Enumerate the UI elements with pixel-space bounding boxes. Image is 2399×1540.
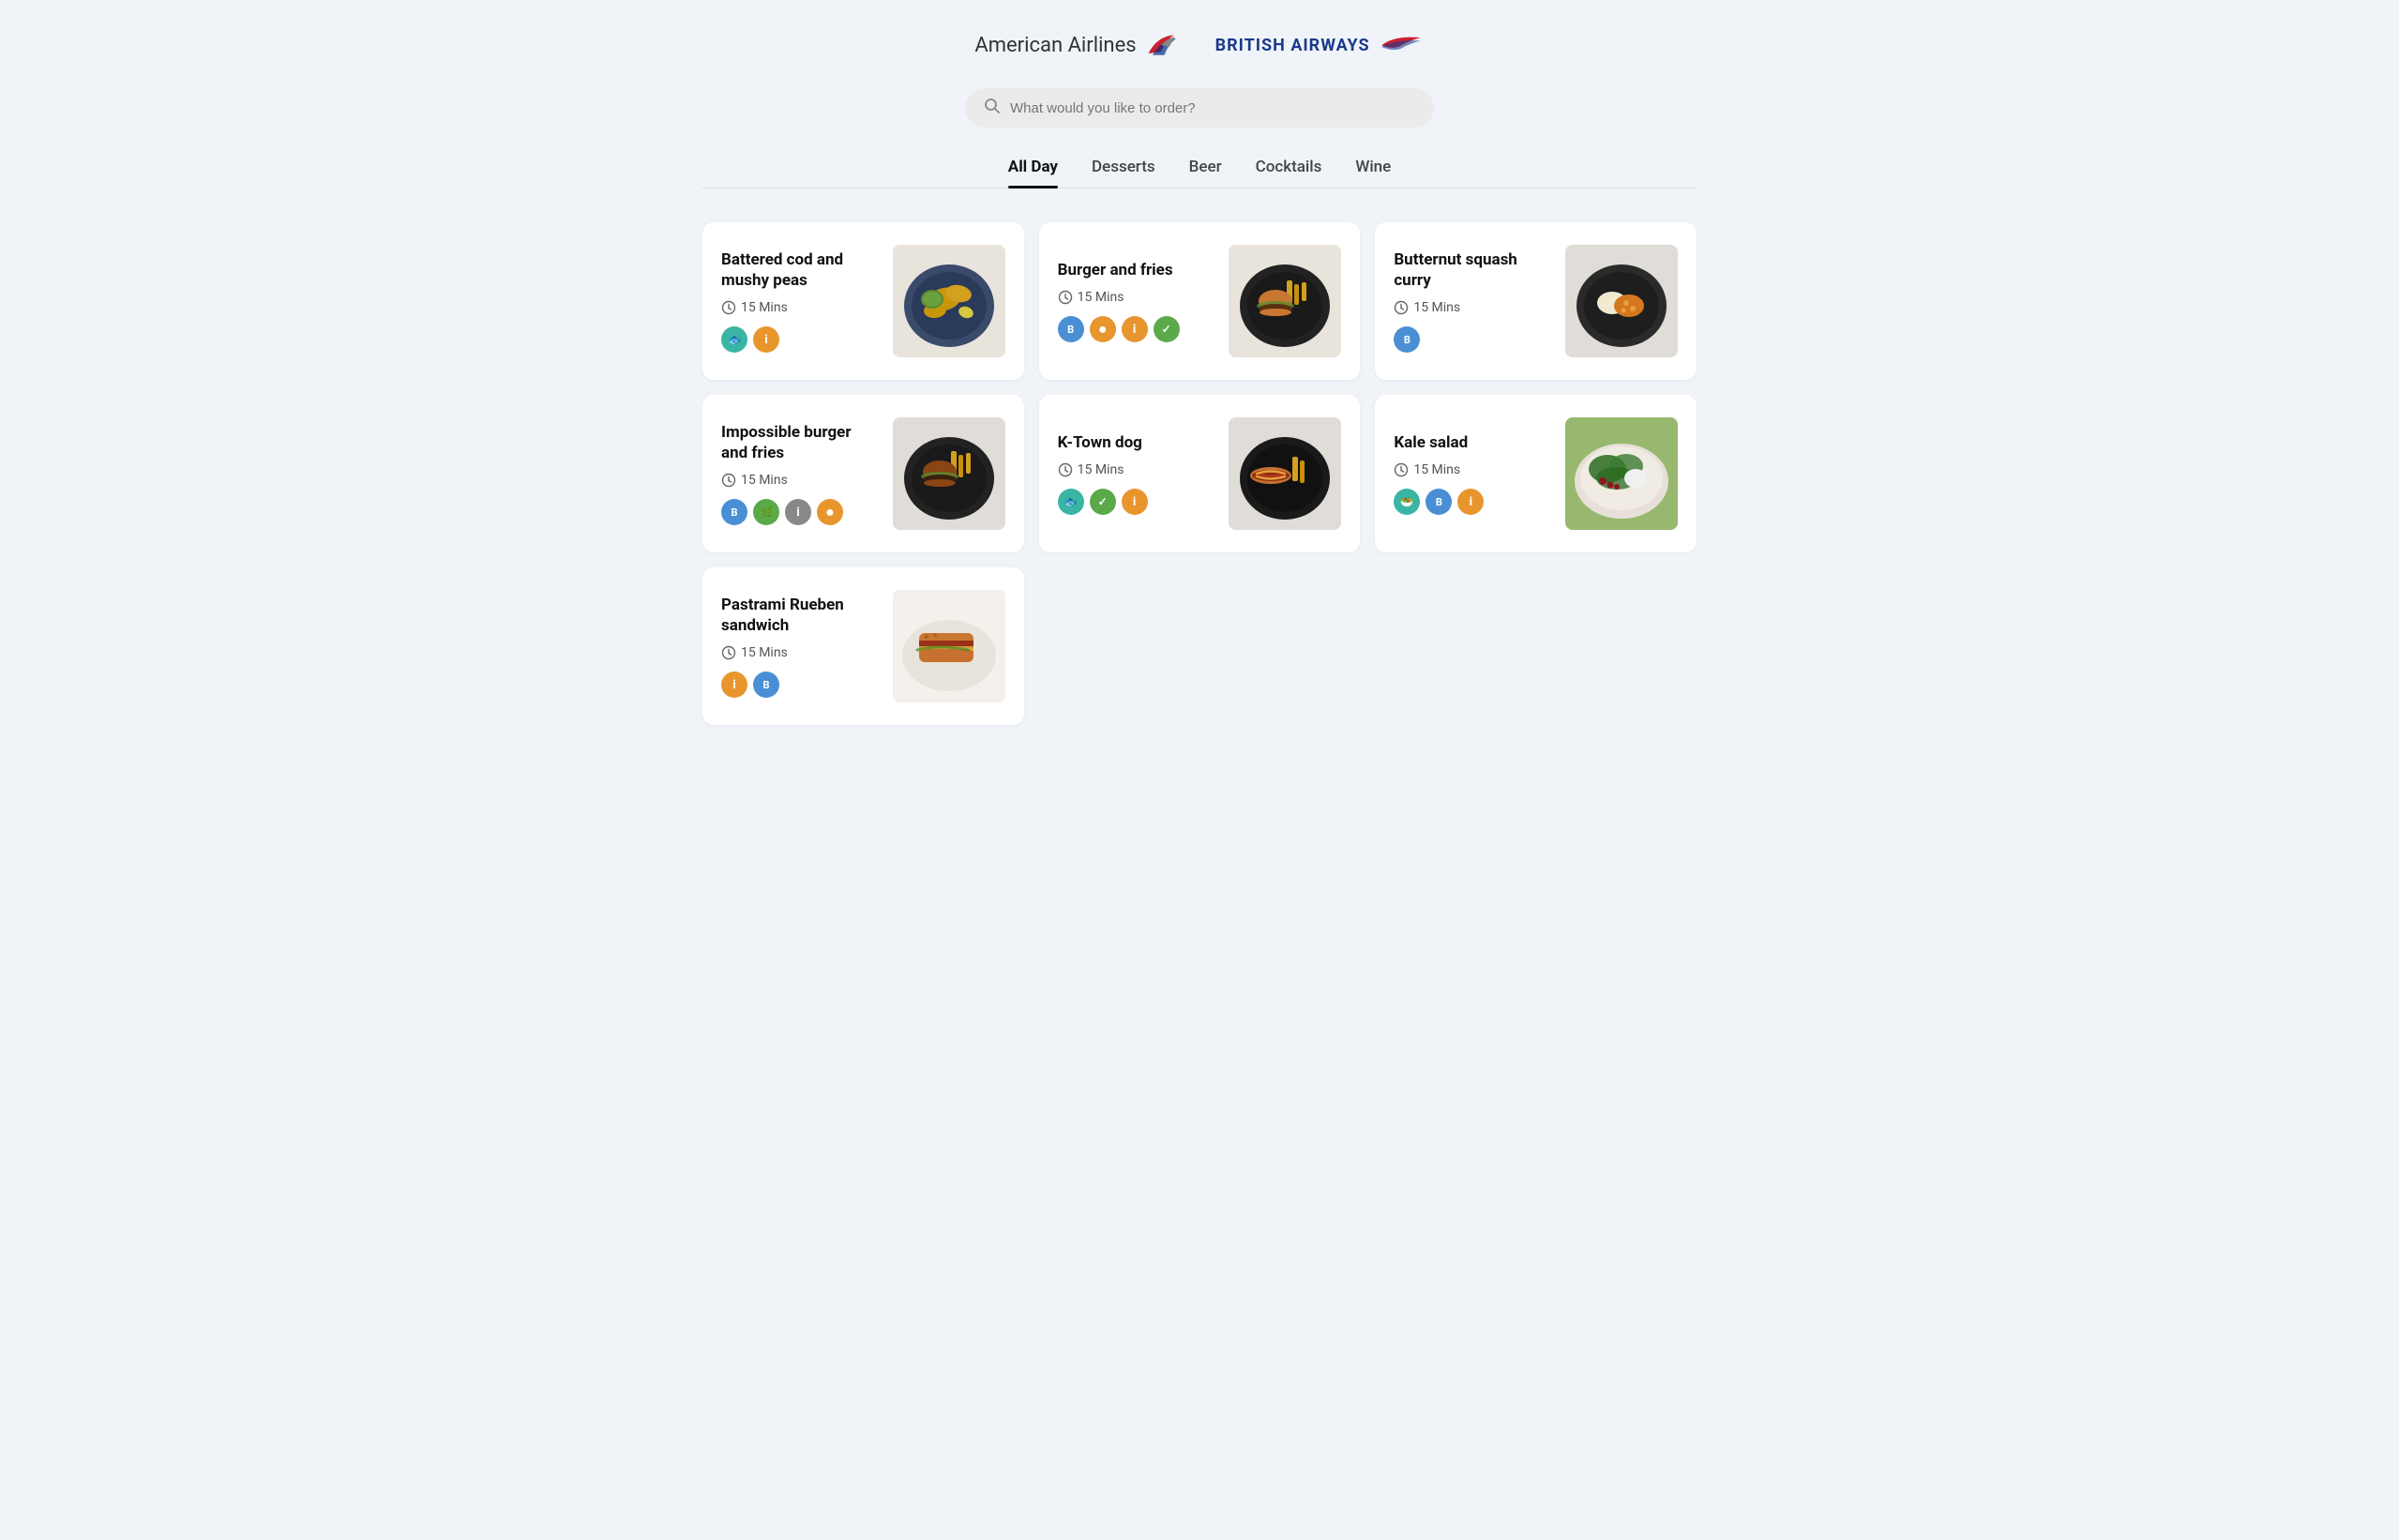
card-title: Kale salad (1394, 432, 1550, 453)
card-info: Kale salad 15 Mins 🥗 B i (1394, 432, 1565, 515)
badge-salad: 🥗 (1394, 489, 1420, 515)
clock-icon (1058, 462, 1073, 477)
clock-icon (1394, 462, 1409, 477)
badge-b3: B (753, 672, 779, 698)
card-image-pastrami (893, 590, 1005, 702)
menu-card-pastrami[interactable]: Pastrami Rueben sandwich 15 Mins i B (702, 567, 1024, 725)
search-bar[interactable] (965, 88, 1434, 128)
aa-logo-text: American Airlines (974, 34, 1136, 57)
menu-grid: Battered cod and mushy peas 15 Mins 🐟 i (702, 222, 1697, 725)
clock-icon (1058, 290, 1073, 305)
tab-beer[interactable]: Beer (1189, 158, 1222, 188)
empty-card-1 (1039, 567, 1361, 725)
badge-b: B (721, 499, 747, 525)
card-title: Burger and fries (1058, 260, 1215, 280)
clock-icon (721, 300, 736, 315)
empty-card-2 (1375, 567, 1697, 725)
badge-leaf: 🌿 (753, 499, 779, 525)
badge-info: i (753, 326, 779, 353)
card-badges: i B (721, 672, 878, 698)
badge-b2: B (1426, 489, 1452, 515)
main-page: American Airlines BRITISH AIRWAYS (684, 0, 1715, 781)
card-title: Pastrami Rueben sandwich (721, 595, 878, 636)
card-image-ktown (1229, 417, 1341, 530)
card-title: Impossible burger and fries (721, 422, 878, 463)
badge-check2: ✓ (1090, 489, 1116, 515)
search-icon (984, 98, 1001, 118)
badge-info3: i (1457, 489, 1484, 515)
card-time: 15 Mins (1394, 300, 1550, 315)
clock-icon (721, 473, 736, 488)
badge-info-gray: i (785, 499, 811, 525)
badge-fish: 🐟 (721, 326, 747, 353)
card-time: 15 Mins (721, 645, 878, 660)
aa-icon (1144, 28, 1178, 62)
clock-icon (1394, 300, 1409, 315)
card-badges: 🐟 ✓ i (1058, 489, 1215, 515)
ba-icon (1378, 31, 1425, 59)
card-image-burger (1229, 245, 1341, 357)
tabs-container: All Day Desserts Beer Cocktails Wine (702, 158, 1697, 189)
badge-fish2: 🐟 (1058, 489, 1084, 515)
card-time: 15 Mins (1058, 290, 1215, 305)
badge-info4: i (721, 672, 747, 698)
card-time: 15 Mins (721, 473, 878, 488)
card-info: K-Town dog 15 Mins 🐟 ✓ i (1058, 432, 1230, 515)
card-badges: 🥗 B i (1394, 489, 1550, 515)
badge-check: ✓ (1154, 316, 1180, 342)
card-badges: 🐟 i (721, 326, 878, 353)
clock-icon (721, 645, 736, 660)
tab-wine[interactable]: Wine (1355, 158, 1391, 188)
badge-info: i (1122, 316, 1148, 342)
menu-card-burger-fries[interactable]: Burger and fries 15 Mins B ● i ✓ (1039, 222, 1361, 380)
card-info: Battered cod and mushy peas 15 Mins 🐟 i (721, 249, 893, 353)
tab-desserts[interactable]: Desserts (1092, 158, 1155, 188)
card-info: Impossible burger and fries 15 Mins B 🌿 … (721, 422, 893, 525)
card-image-cod (893, 245, 1005, 357)
card-info: Burger and fries 15 Mins B ● i ✓ (1058, 260, 1230, 342)
card-time: 15 Mins (1394, 462, 1550, 477)
header: American Airlines BRITISH AIRWAYS (702, 28, 1697, 62)
menu-card-impossible[interactable]: Impossible burger and fries 15 Mins B 🌿 … (702, 395, 1024, 552)
badge-b: B (1394, 326, 1420, 353)
menu-card-ktown[interactable]: K-Town dog 15 Mins 🐟 ✓ i (1039, 395, 1361, 552)
card-time: 15 Mins (1058, 462, 1215, 477)
search-input[interactable] (1010, 100, 1415, 116)
badge-b: B (1058, 316, 1084, 342)
american-airlines-logo: American Airlines (974, 28, 1177, 62)
card-title: K-Town dog (1058, 432, 1215, 453)
card-image-butternut (1565, 245, 1678, 357)
menu-card-battered-cod[interactable]: Battered cod and mushy peas 15 Mins 🐟 i (702, 222, 1024, 380)
menu-card-kale[interactable]: Kale salad 15 Mins 🥗 B i (1375, 395, 1697, 552)
menu-card-butternut[interactable]: Butternut squash curry 15 Mins B (1375, 222, 1697, 380)
search-container (702, 88, 1697, 128)
tab-all-day[interactable]: All Day (1008, 158, 1058, 188)
card-badges: B ● i ✓ (1058, 316, 1215, 342)
card-image-kale (1565, 417, 1678, 530)
badge-info2: i (1122, 489, 1148, 515)
card-info: Butternut squash curry 15 Mins B (1394, 249, 1565, 353)
card-title: Butternut squash curry (1394, 249, 1550, 291)
card-time: 15 Mins (721, 300, 878, 315)
tab-cocktails[interactable]: Cocktails (1256, 158, 1322, 188)
card-badges: B 🌿 i ● (721, 499, 878, 525)
badge-dot: ● (1090, 316, 1116, 342)
badge-dot2: ● (817, 499, 843, 525)
british-airways-logo: BRITISH AIRWAYS (1215, 31, 1425, 59)
card-title: Battered cod and mushy peas (721, 249, 878, 291)
card-image-impossible (893, 417, 1005, 530)
card-info: Pastrami Rueben sandwich 15 Mins i B (721, 595, 893, 698)
ba-logo-text: BRITISH AIRWAYS (1215, 36, 1370, 55)
card-badges: B (1394, 326, 1550, 353)
